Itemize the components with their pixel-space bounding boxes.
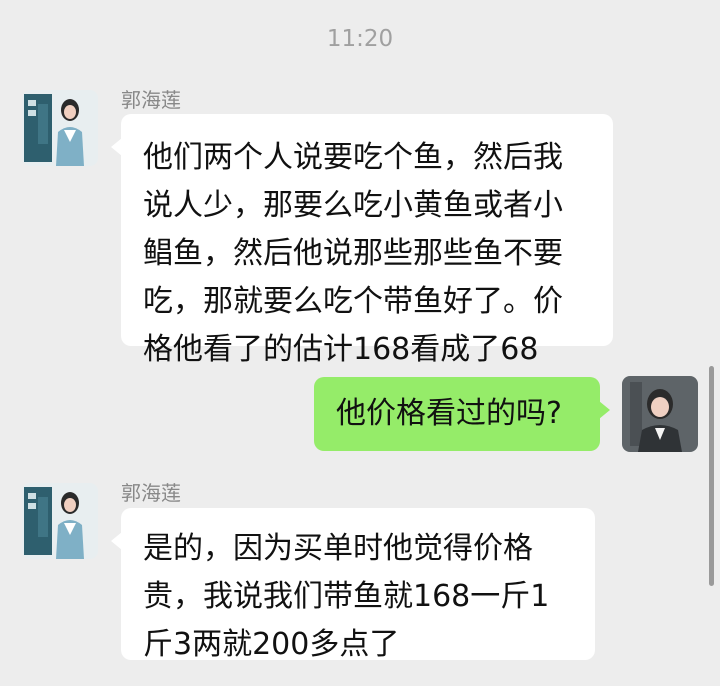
bubble-tail — [599, 401, 610, 419]
scrollbar[interactable] — [709, 366, 714, 586]
outgoing-message-bubble[interactable]: 他价格看过的吗? — [314, 377, 610, 451]
message-text: 他价格看过的吗? — [336, 396, 562, 431]
bubble-tail — [111, 138, 122, 156]
sender-name: 郭海莲 — [121, 88, 181, 112]
sender-name: 郭海莲 — [121, 481, 181, 505]
message-text: 他们两个人说要吃个鱼，然后我说人少，那要么吃小黄鱼或者小鲳鱼，然后他说那些那些鱼… — [143, 140, 563, 367]
chat-timestamp: 11:20 — [326, 26, 394, 52]
sender-avatar[interactable] — [22, 90, 98, 166]
bubble-tail — [111, 532, 122, 550]
message-text: 是的，因为买单时他觉得价格贵，我说我们带鱼就168一斤1斤3两就200多点了 — [143, 531, 550, 662]
incoming-message-bubble[interactable]: 是的，因为买单时他觉得价格贵，我说我们带鱼就168一斤1斤3两就200多点了 — [111, 508, 595, 662]
my-avatar[interactable] — [622, 376, 698, 452]
sender-avatar[interactable] — [22, 483, 98, 559]
incoming-message-bubble[interactable]: 他们两个人说要吃个鱼，然后我说人少，那要么吃小黄鱼或者小鲳鱼，然后他说那些那些鱼… — [111, 114, 613, 367]
